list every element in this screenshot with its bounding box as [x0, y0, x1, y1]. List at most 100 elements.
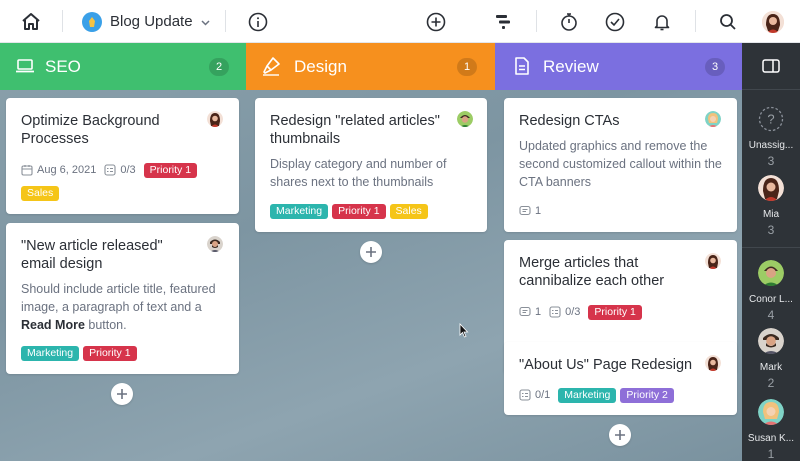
chevron-down-icon: [201, 13, 210, 31]
card-tags: Marketing Priority 1 Sales: [270, 204, 432, 219]
tag-label[interactable]: Priority 1: [588, 304, 642, 320]
comments[interactable]: 1: [519, 205, 541, 217]
column-title: Review: [543, 57, 599, 76]
assignee-conor[interactable]: Conor L... 4: [742, 260, 800, 322]
checklist-icon: [104, 164, 116, 176]
tag-label[interactable]: Priority 2: [620, 387, 674, 403]
top-bar: Blog Update: [0, 0, 800, 43]
column-header-design[interactable]: Design 1: [246, 43, 495, 90]
assignee-avatar[interactable]: [705, 111, 721, 127]
tag-label[interactable]: Priority 1: [83, 346, 137, 361]
card-tags: Sales: [21, 186, 63, 201]
divider: [536, 10, 537, 32]
plus-icon: [615, 430, 625, 440]
assignee-count: 1: [767, 447, 775, 461]
checklist[interactable]: 0/3: [104, 164, 136, 176]
assignee-panel: ? Unassig... 3 Mia 3 Conor L... 4 Mark 2…: [742, 43, 800, 461]
assignee-count: 3: [767, 223, 775, 237]
card-title: "About Us" Page Redesign: [519, 357, 693, 373]
card-tags: Marketing Priority 1: [21, 346, 141, 361]
project-selector[interactable]: Blog Update: [82, 0, 212, 43]
card-description: Updated graphics and remove the second c…: [519, 139, 722, 189]
tag-label[interactable]: Marketing: [558, 387, 617, 403]
stopwatch-icon[interactable]: [557, 0, 581, 43]
assignee-count: 3: [767, 154, 775, 168]
card-title: "New article released" email design: [21, 238, 163, 272]
plus-icon: [117, 389, 127, 399]
check-icon[interactable]: [603, 0, 627, 43]
sidebar-toggle-icon: [762, 59, 780, 73]
column-header-seo[interactable]: SEO 2: [0, 43, 246, 90]
assignee-avatar[interactable]: [705, 253, 721, 269]
info-icon[interactable]: [246, 0, 270, 43]
brush-icon: [261, 56, 281, 81]
assignee-mark[interactable]: Mark 2: [742, 328, 800, 390]
task-card[interactable]: Redesign CTAs Updated graphics and remov…: [504, 98, 737, 232]
assignee-name: Unassig...: [748, 140, 794, 151]
checklist-icon: [549, 306, 561, 318]
avatar: [758, 260, 784, 286]
card-meta: 1 0/3 Priority 1: [519, 304, 646, 320]
assignee-count: 4: [767, 308, 775, 322]
divider: [62, 10, 63, 32]
task-card[interactable]: "New article released" email design Shou…: [6, 223, 239, 374]
divider: [742, 247, 800, 248]
tag-label[interactable]: Sales: [21, 186, 60, 201]
comments[interactable]: 1: [519, 306, 541, 318]
assignee-name: Conor L...: [749, 294, 793, 305]
card-title: Optimize Background Processes: [21, 113, 160, 147]
kanban-board: SEO 2 Design 1 Review 3 Optimize Backgro…: [0, 43, 742, 461]
add-card-button[interactable]: [609, 424, 631, 446]
column-title: SEO: [45, 57, 81, 76]
panel-toggle-button[interactable]: [742, 43, 800, 90]
checklist[interactable]: 0/3: [549, 306, 580, 318]
card-description: Should include article title, featured i…: [21, 282, 216, 332]
card-title: Merge articles that cannibalize each oth…: [519, 255, 665, 289]
bell-icon[interactable]: [650, 0, 674, 43]
unassigned-icon: ?: [758, 106, 784, 132]
user-avatar[interactable]: [761, 0, 785, 43]
tag-label[interactable]: Sales: [389, 204, 428, 219]
laptop-icon: [15, 56, 35, 81]
card-description: Display category and number of shares ne…: [270, 157, 447, 189]
search-icon[interactable]: [716, 0, 740, 43]
plus-icon: [366, 247, 376, 257]
task-card[interactable]: Optimize Background Processes Aug 6, 202…: [6, 98, 239, 214]
add-card-button[interactable]: [360, 241, 382, 263]
due-date[interactable]: Aug 6, 2021: [21, 164, 96, 176]
assignee-avatar[interactable]: [457, 111, 473, 127]
svg-text:?: ?: [767, 112, 774, 127]
column-title: Design: [294, 57, 347, 76]
column-count: 1: [457, 58, 477, 76]
column-count: 3: [705, 58, 725, 76]
timeline-icon[interactable]: [490, 0, 516, 43]
card-meta: Aug 6, 2021 0/3 Priority 1: [21, 162, 201, 178]
tag-label[interactable]: Priority 1: [143, 162, 198, 178]
tag-label[interactable]: Priority 1: [332, 204, 386, 219]
add-icon[interactable]: [424, 0, 448, 43]
assignee-mia[interactable]: Mia 3: [742, 175, 800, 237]
tag-label[interactable]: Marketing: [270, 204, 329, 219]
assignee-avatar[interactable]: [705, 355, 721, 371]
assignee-avatar[interactable]: [207, 111, 223, 127]
tag-label[interactable]: Marketing: [21, 346, 80, 361]
task-card[interactable]: "About Us" Page Redesign 0/1 Marketing P…: [504, 342, 737, 415]
assignee-unassigned[interactable]: ? Unassig... 3: [742, 106, 800, 168]
avatar: [758, 328, 784, 354]
assignee-avatar[interactable]: [207, 236, 223, 252]
divider: [225, 10, 226, 32]
assignee-count: 2: [767, 376, 775, 390]
avatar: [758, 175, 784, 201]
calendar-icon: [21, 165, 33, 176]
avatar: [758, 399, 784, 425]
column-header-review[interactable]: Review 3: [495, 43, 742, 90]
add-card-button[interactable]: [111, 383, 133, 405]
checklist[interactable]: 0/1: [519, 389, 550, 401]
checklist-icon: [519, 389, 531, 401]
comment-icon: [519, 205, 531, 216]
mouse-cursor-icon: [459, 322, 469, 343]
comment-icon: [519, 306, 531, 317]
task-card[interactable]: Redesign "related articles" thumbnails D…: [255, 98, 487, 232]
home-icon[interactable]: [18, 0, 44, 43]
assignee-susan[interactable]: Susan K... 1: [742, 399, 800, 461]
